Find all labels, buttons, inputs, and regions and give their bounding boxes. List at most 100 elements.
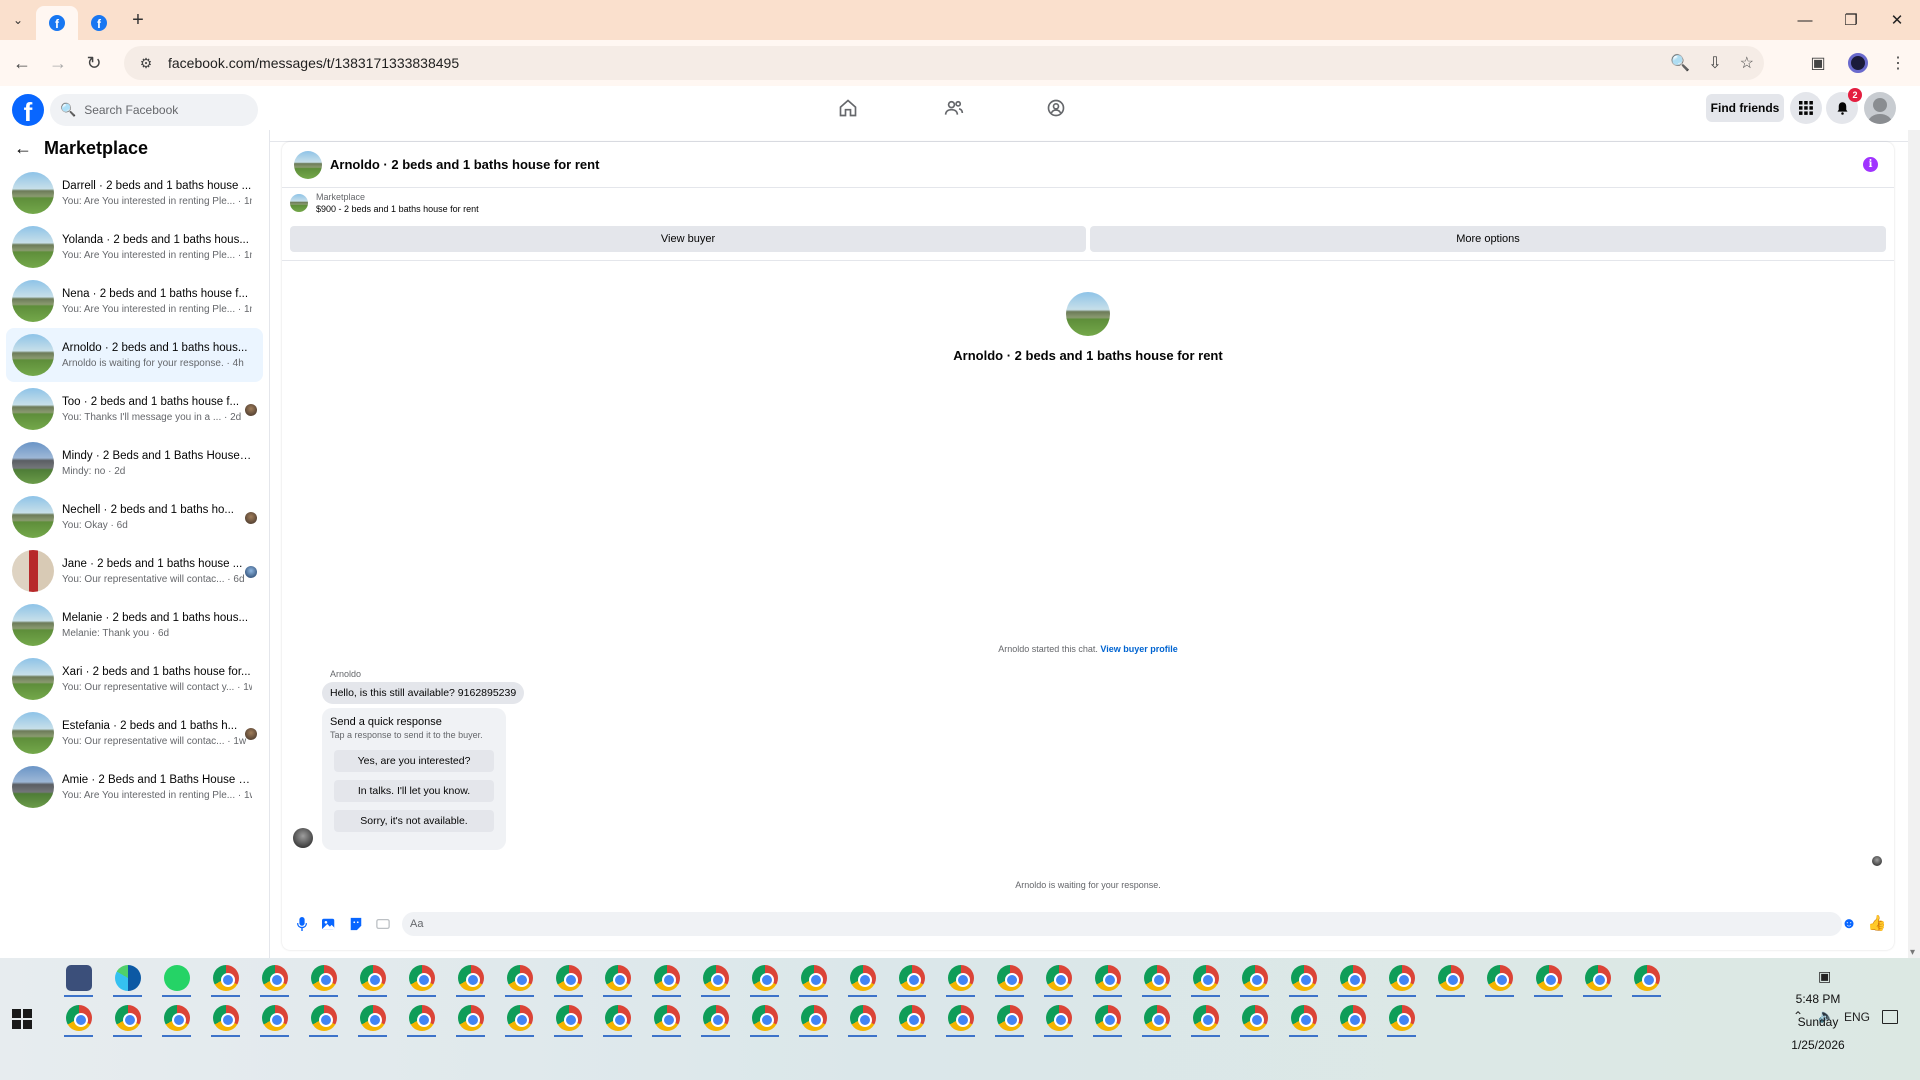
taskbar-chrome-button[interactable] — [544, 998, 593, 1038]
conversation-item[interactable]: Yolanda · 2 beds and 1 baths hous... You:… — [6, 220, 263, 274]
page-scrollbar[interactable] — [1908, 130, 1920, 958]
taskbar-chrome-button[interactable] — [397, 998, 446, 1038]
gif-icon[interactable] — [369, 912, 396, 936]
forward-arrow-icon[interactable]: → — [40, 45, 76, 81]
taskbar-chrome-button[interactable] — [201, 998, 250, 1038]
microphone-icon[interactable] — [288, 912, 315, 936]
taskbar-chrome-button[interactable] — [1377, 998, 1426, 1038]
conversation-item[interactable]: Melanie · 2 beds and 1 baths hous... Mela… — [6, 598, 263, 652]
facebook-logo-icon[interactable]: f — [12, 94, 44, 126]
taskbar-chrome-button[interactable] — [348, 998, 397, 1038]
zoom-icon[interactable]: 🔍 — [1670, 53, 1690, 73]
facebook-search[interactable]: 🔍 — [50, 94, 258, 126]
taskbar-chrome-button[interactable] — [54, 998, 103, 1038]
taskbar-chrome-button[interactable] — [1181, 998, 1230, 1038]
taskbar-chrome-button[interactable] — [1328, 958, 1377, 998]
close-icon[interactable]: ✕ — [1874, 0, 1920, 40]
taskbar-chrome-button[interactable] — [1426, 958, 1475, 998]
taskbar-chrome-button[interactable] — [691, 998, 740, 1038]
restore-icon[interactable]: ❐ — [1828, 0, 1874, 40]
taskbar-chrome-button[interactable] — [593, 958, 642, 998]
menu-kebab-icon[interactable]: ⋮ — [1884, 49, 1912, 77]
taskbar-chrome-button[interactable] — [887, 958, 936, 998]
extensions-icon[interactable]: ▣ — [1804, 49, 1832, 77]
conversation-item[interactable]: Xari · 2 beds and 1 baths house for... Yo… — [6, 652, 263, 706]
taskbar-chrome-button[interactable] — [397, 958, 446, 998]
browser-tab[interactable]: f — [78, 6, 120, 40]
taskbar-chrome-button[interactable] — [740, 958, 789, 998]
conversation-item[interactable]: Mindy · 2 Beds and 1 Baths House ... Mind… — [6, 436, 263, 490]
taskbar-chrome-button[interactable] — [789, 998, 838, 1038]
taskbar-chrome-button[interactable] — [299, 998, 348, 1038]
conversation-item[interactable]: Amie · 2 Beds and 1 Baths House F... You:… — [6, 760, 263, 814]
listing-summary[interactable]: Marketplace $900 - 2 beds and 1 baths ho… — [290, 192, 479, 214]
conversation-item[interactable]: Too · 2 beds and 1 baths house f... You: … — [6, 382, 263, 436]
home-icon[interactable] — [834, 96, 862, 120]
taskbar-chrome-button[interactable] — [348, 958, 397, 998]
site-info-icon[interactable]: ⚙ — [132, 55, 160, 72]
taskbar-chrome-button[interactable] — [103, 998, 152, 1038]
quick-response-button[interactable]: In talks. I'll let you know. — [334, 780, 494, 802]
taskbar-chrome-button[interactable] — [936, 958, 985, 998]
display-icon[interactable]: ▣ — [1818, 968, 1831, 985]
taskbar-chrome-button[interactable] — [887, 998, 936, 1038]
find-friends-button[interactable]: Find friends — [1706, 94, 1784, 122]
thumbs-up-icon[interactable]: 👍 — [1868, 914, 1887, 932]
message-input[interactable] — [402, 912, 1842, 936]
install-app-icon[interactable]: ⇩ — [1708, 53, 1721, 73]
conversation-item[interactable]: Nena · 2 beds and 1 baths house f... You:… — [6, 274, 263, 328]
emoji-icon[interactable]: ☻ — [1840, 914, 1858, 932]
conversation-item[interactable]: Jane · 2 beds and 1 baths house ... You: … — [6, 544, 263, 598]
taskbar-chrome-button[interactable] — [250, 958, 299, 998]
minimize-icon[interactable]: — — [1782, 0, 1828, 40]
sticker-icon[interactable] — [342, 912, 369, 936]
address-bar[interactable]: ⚙ facebook.com/messages/t/13831713338384… — [124, 46, 1764, 80]
windows-start-icon[interactable] — [12, 1009, 32, 1029]
reload-icon[interactable]: ↻ — [76, 45, 112, 81]
taskbar-chrome-button[interactable] — [1181, 958, 1230, 998]
chat-title[interactable]: Arnoldo · 2 beds and 1 baths house for r… — [330, 157, 599, 172]
back-arrow-icon[interactable]: ← — [14, 138, 32, 159]
taskbar-chrome-button[interactable] — [495, 998, 544, 1038]
profile-icon[interactable] — [1844, 49, 1872, 77]
taskbar-chrome-button[interactable] — [789, 958, 838, 998]
account-avatar[interactable] — [1864, 92, 1896, 124]
taskbar-chrome-button[interactable] — [691, 958, 740, 998]
listing-thumbnail[interactable] — [294, 150, 322, 179]
groups-icon[interactable] — [1042, 96, 1070, 120]
taskbar-chrome-button[interactable] — [446, 998, 495, 1038]
taskbar-chrome-button[interactable] — [642, 998, 691, 1038]
conversation-item[interactable]: Estefania · 2 beds and 1 baths h... You: … — [6, 706, 263, 760]
taskbar-chrome-button[interactable] — [1083, 958, 1132, 998]
taskbar-chrome-button[interactable] — [1132, 998, 1181, 1038]
browser-tab-active[interactable]: f — [36, 6, 78, 40]
new-tab-button[interactable]: + — [120, 9, 156, 32]
friends-icon[interactable] — [940, 96, 968, 120]
taskbar-chrome-button[interactable] — [495, 958, 544, 998]
taskbar-chrome-button[interactable] — [593, 998, 642, 1038]
quick-response-button[interactable]: Sorry, it's not available. — [334, 810, 494, 832]
taskbar-chrome-button[interactable] — [201, 958, 250, 998]
taskbar-chrome-button[interactable] — [1279, 958, 1328, 998]
taskbar-chrome-button[interactable] — [1377, 958, 1426, 998]
system-clock[interactable]: 5:48 PM Sunday 1/25/2026 — [1770, 988, 1866, 1057]
taskbar-chrome-button[interactable] — [1132, 958, 1181, 998]
taskbar-chrome-button[interactable] — [299, 958, 348, 998]
taskbar-chrome-button[interactable] — [838, 958, 887, 998]
taskbar-chrome-button[interactable] — [1279, 998, 1328, 1038]
taskbar-chrome-button[interactable] — [1230, 958, 1279, 998]
view-buyer-button[interactable]: View buyer — [290, 226, 1086, 252]
taskbar-chrome-button[interactable] — [642, 958, 691, 998]
taskbar-chrome-button[interactable] — [1230, 998, 1279, 1038]
taskbar-whatsapp-button[interactable] — [152, 958, 201, 998]
taskbar-app-button[interactable] — [54, 958, 103, 998]
taskbar-chrome-button[interactable] — [838, 998, 887, 1038]
tab-search-chevron-icon[interactable]: ⌄ — [0, 0, 36, 40]
taskbar-chrome-button[interactable] — [1034, 958, 1083, 998]
taskbar-chrome-button[interactable] — [985, 958, 1034, 998]
taskbar-edge-button[interactable] — [103, 958, 152, 998]
conversation-item[interactable]: Darrell · 2 beds and 1 baths house ... Yo… — [6, 166, 263, 220]
url-text[interactable]: facebook.com/messages/t/1383171333838495 — [168, 55, 459, 71]
notifications-bell-icon[interactable]: 2 — [1826, 88, 1862, 124]
search-input[interactable] — [84, 103, 235, 117]
